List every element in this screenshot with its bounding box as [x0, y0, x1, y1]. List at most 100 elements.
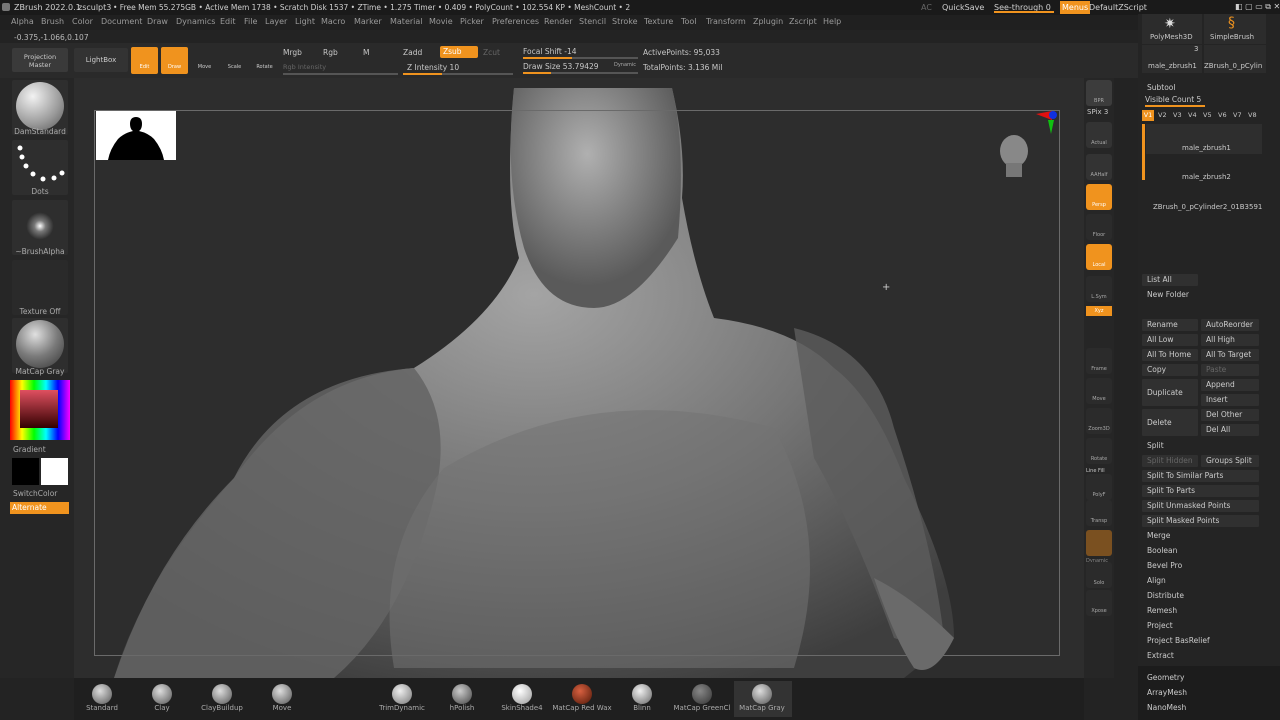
lightbox-button[interactable]: LightBox [74, 48, 128, 72]
copy-button[interactable]: Copy [1142, 364, 1198, 376]
move-mode-button[interactable]: Move [191, 47, 218, 74]
version-v7[interactable]: V7 [1233, 111, 1242, 119]
trimdynamic-brush-icon[interactable] [392, 684, 412, 704]
menu-stencil[interactable]: Stencil [579, 17, 606, 26]
subtool-row-2[interactable]: male_zbrush2 [1146, 154, 1262, 184]
rgb-button[interactable]: Rgb [323, 48, 338, 57]
menu-zplugin[interactable]: Zplugin [753, 17, 783, 26]
nanomesh-palette[interactable]: NanoMesh [1142, 702, 1262, 714]
subtool-row-1[interactable]: male_zbrush1 [1146, 124, 1262, 154]
menu-help[interactable]: Help [823, 17, 841, 26]
focal-shift-slider[interactable]: Focal Shift -14 [523, 47, 577, 56]
dynamic-toggle[interactable]: Dynamic [614, 62, 636, 68]
version-v3[interactable]: V3 [1173, 111, 1182, 119]
menu-movie[interactable]: Movie [429, 17, 453, 26]
m-button[interactable]: M [363, 48, 369, 57]
menu-texture[interactable]: Texture [644, 17, 673, 26]
alternate-button[interactable]: Alternate [10, 502, 69, 514]
paste-button[interactable]: Paste [1201, 364, 1259, 376]
split-parts-button[interactable]: Split To Parts [1142, 485, 1259, 497]
rename-button[interactable]: Rename [1142, 319, 1198, 331]
secondary-color-swatch[interactable] [41, 458, 68, 485]
z-intensity-slider[interactable]: Z Intensity 10 [407, 63, 459, 72]
menu-stroke[interactable]: Stroke [612, 17, 638, 26]
color-square[interactable] [20, 390, 58, 428]
boolean-section[interactable]: Boolean [1142, 545, 1260, 557]
rgb-intensity-slider[interactable]: Rgb Intensity [283, 63, 326, 71]
floor-button[interactable]: Floor [1086, 214, 1112, 240]
del-all-button[interactable]: Del All [1201, 424, 1259, 436]
matcap-gray-material-icon[interactable] [752, 684, 772, 704]
solo-button[interactable]: Solo [1086, 562, 1112, 588]
xpose-button[interactable]: Xpose [1086, 590, 1112, 616]
scale-mode-button[interactable]: Scale [221, 47, 248, 74]
subtool-row-3[interactable]: ZBrush_0_pCylinder2_01B3591 [1146, 184, 1278, 214]
all-to-home-button[interactable]: All To Home [1142, 349, 1198, 361]
ghost-button[interactable] [1086, 530, 1112, 556]
menu-render[interactable]: Render [544, 17, 572, 26]
male-zbrush1-thumb[interactable]: 3 male_zbrush1 [1142, 45, 1202, 73]
menu-transform[interactable]: Transform [706, 17, 746, 26]
arraymesh-palette[interactable]: ArrayMesh [1142, 687, 1262, 699]
del-other-button[interactable]: Del Other [1201, 409, 1259, 421]
ac-label[interactable]: AC [921, 3, 932, 12]
zcut-button[interactable]: Zcut [483, 48, 500, 57]
new-folder-button[interactable]: New Folder [1142, 289, 1198, 301]
all-to-target-button[interactable]: All To Target [1201, 349, 1259, 361]
distribute-section[interactable]: Distribute [1142, 590, 1260, 602]
split-header[interactable]: Split [1142, 440, 1260, 452]
menu-macro[interactable]: Macro [321, 17, 345, 26]
align-section[interactable]: Align [1142, 575, 1260, 587]
version-v5[interactable]: V5 [1203, 111, 1212, 119]
matcap-greenclay-icon[interactable] [692, 684, 712, 704]
canvas-viewport[interactable]: + [74, 78, 1084, 678]
menu-alpha[interactable]: Alpha [11, 17, 34, 26]
simplebrush-thumb[interactable]: § SimpleBrush [1204, 14, 1266, 44]
split-unmasked-button[interactable]: Split Unmasked Points [1142, 500, 1259, 512]
gradient-label[interactable]: Gradient [13, 445, 46, 454]
project-section[interactable]: Project [1142, 620, 1260, 632]
hpolish-brush-icon[interactable] [452, 684, 472, 704]
duplicate-button[interactable]: Duplicate [1142, 379, 1198, 406]
split-similar-button[interactable]: Split To Similar Parts [1142, 470, 1259, 482]
menu-edit[interactable]: Edit [220, 17, 236, 26]
menu-color[interactable]: Color [72, 17, 93, 26]
menu-brush[interactable]: Brush [41, 17, 64, 26]
local-button[interactable]: Local [1086, 244, 1112, 270]
blinn-material-icon[interactable] [632, 684, 652, 704]
extract-section[interactable]: Extract [1142, 650, 1260, 662]
menu-picker[interactable]: Picker [460, 17, 484, 26]
menu-material[interactable]: Material [390, 17, 423, 26]
transp-button[interactable]: Transp [1086, 500, 1112, 526]
menu-light[interactable]: Light [295, 17, 315, 26]
main-color-swatch[interactable] [12, 458, 39, 485]
split-hidden-button[interactable]: Split Hidden [1142, 455, 1198, 467]
remesh-section[interactable]: Remesh [1142, 605, 1260, 617]
standard-brush-icon[interactable] [92, 684, 112, 704]
geometry-palette[interactable]: Geometry [1142, 672, 1262, 684]
aahalf-button[interactable]: AAHalf [1086, 154, 1112, 180]
material-slot[interactable] [12, 318, 68, 373]
polymesh-thumb[interactable]: ✷ PolyMesh3D [1142, 14, 1202, 44]
pcylinder-thumb[interactable]: ZBrush_0_pCylin [1204, 45, 1266, 73]
version-v4[interactable]: V4 [1188, 111, 1197, 119]
all-low-button[interactable]: All Low [1142, 334, 1198, 346]
zadd-button[interactable]: Zadd [403, 48, 422, 57]
menu-marker[interactable]: Marker [354, 17, 382, 26]
delete-button[interactable]: Delete [1142, 409, 1198, 436]
draw-size-slider[interactable]: Draw Size 53.79429 [523, 62, 599, 71]
menus-button[interactable]: Menus [1060, 1, 1091, 14]
menu-document[interactable]: Document [101, 17, 142, 26]
edit-button[interactable]: Edit [131, 47, 158, 74]
polyf-button[interactable]: PolyF [1086, 474, 1112, 500]
xyz-button[interactable]: Xyz [1086, 306, 1112, 316]
project-basrelief-section[interactable]: Project BasRelief [1142, 635, 1260, 647]
draw-button[interactable]: Draw [161, 47, 188, 74]
move-brush-icon[interactable] [272, 684, 292, 704]
clay-brush-icon[interactable] [152, 684, 172, 704]
actual-button[interactable]: Actual [1086, 122, 1112, 148]
version-v2[interactable]: V2 [1158, 111, 1167, 119]
version-v6[interactable]: V6 [1218, 111, 1227, 119]
lsym-button[interactable]: L.Sym [1086, 276, 1112, 302]
axis-gizmo-icon[interactable] [1022, 110, 1062, 146]
